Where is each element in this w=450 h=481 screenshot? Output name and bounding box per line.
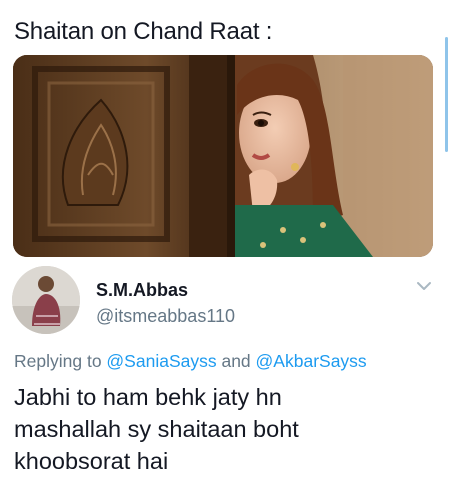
mention-link[interactable]: @AkbarSayss [256, 351, 367, 371]
tweet-screenshot: Shaitan on Chand Raat : S.M.Abbas @itsme… [0, 0, 450, 481]
chevron-down-icon[interactable] [416, 281, 432, 291]
replying-to-connector: and [216, 351, 256, 371]
author-display-name[interactable]: S.M.Abbas [96, 280, 188, 301]
avatar-image [12, 266, 80, 334]
tweet-text-line: khoobsorat hai [14, 448, 169, 474]
replying-to-prefix: Replying to [14, 351, 107, 371]
quoted-tweet-text: Shaitan on Chand Raat : [14, 18, 273, 45]
mention-link[interactable]: @SaniaSayss [106, 351, 216, 371]
tweet-text-line: mashallah sy shaitaan boht [14, 416, 299, 442]
avatar[interactable] [12, 266, 80, 334]
tweet-body: Jabhi to ham behk jaty hn mashallah sy s… [14, 381, 434, 477]
author-handle[interactable]: @itsmeabbas110 [96, 306, 235, 327]
scrollbar[interactable] [445, 37, 448, 152]
media-illustration [13, 55, 433, 257]
tweet-media-image[interactable] [13, 55, 433, 257]
tweet-text-line: Jabhi to ham behk jaty hn [14, 384, 282, 410]
replying-to-line: Replying to @SaniaSayss and @AkbarSayss [14, 351, 367, 372]
